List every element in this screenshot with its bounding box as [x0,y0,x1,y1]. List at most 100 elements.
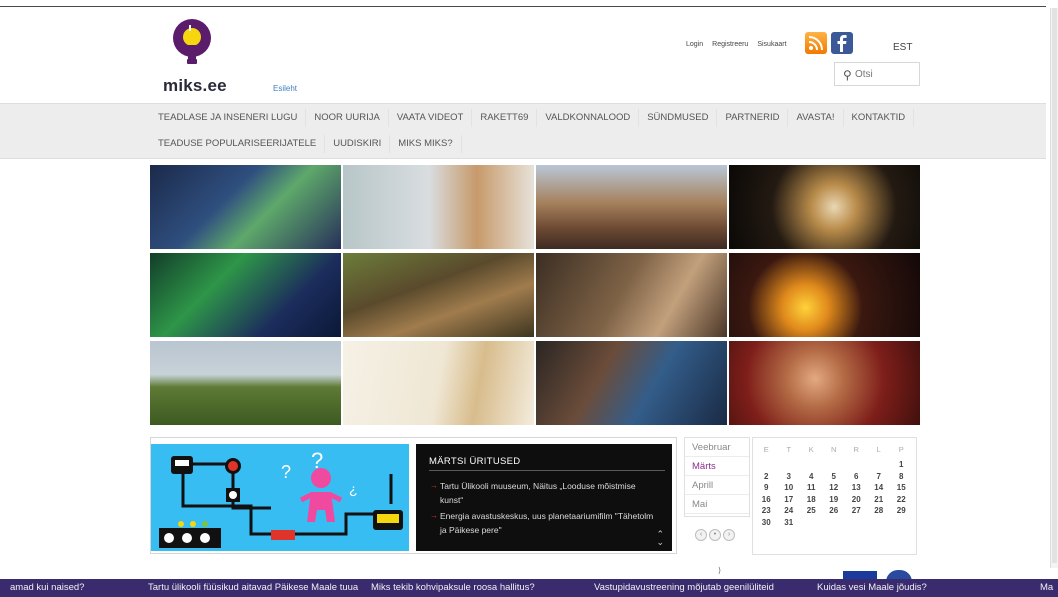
calendar-day[interactable]: 9 [755,483,778,495]
nav-partnerid[interactable]: PARTNERID [717,109,789,127]
calendar-day [778,460,801,472]
scrollbar-thumb[interactable] [1052,8,1057,563]
calendar-day[interactable]: 8 [890,472,913,484]
ticker-item[interactable]: Ma [1040,579,1053,597]
nav-kontaktid[interactable]: KONTAKTID [844,109,915,127]
calendar-day[interactable]: 11 [800,483,823,495]
facebook-icon[interactable] [831,32,853,54]
home-link[interactable]: Esileht [273,84,297,93]
ticker-item[interactable]: Tartu ülikooli füüsikud aitavad Päikese … [148,579,358,597]
photo-tile[interactable] [150,341,341,425]
sitemap-link[interactable]: Sisukaart [757,41,786,48]
prev-month-icon[interactable]: ‹ [695,529,707,541]
weekday-label: K [808,445,814,454]
calendar-day[interactable]: 4 [800,472,823,484]
news-ticker: amad kui naised? Tartu ülikooli füüsikud… [0,579,1058,597]
calendar-day[interactable]: 19 [823,495,846,507]
search-icon[interactable]: ⚲ [843,68,852,82]
calendar-day[interactable]: 24 [778,506,801,518]
nav-avasta[interactable]: AVASTA! [788,109,844,127]
calendar-day[interactable]: 12 [823,483,846,495]
calendar-day[interactable]: 16 [755,495,778,507]
calendar-day[interactable]: 25 [800,506,823,518]
ticker-item[interactable]: Vastupidavustreening mõjutab geenilülite… [594,579,774,597]
calendar-day [823,518,846,530]
login-link[interactable]: Login [686,41,703,48]
calendar-day[interactable]: 10 [778,483,801,495]
weekday-label: R [853,445,859,454]
search-input[interactable] [855,67,917,82]
calendar-day[interactable]: 22 [890,495,913,507]
calendar-day[interactable]: 14 [868,483,891,495]
ticker-item[interactable]: Miks tekib kohvipaksule roosa hallitus? [371,579,535,597]
photo-tile[interactable] [729,341,920,425]
photo-tile[interactable] [536,341,727,425]
photo-tile[interactable] [343,253,534,337]
photo-tile[interactable] [536,253,727,337]
rss-icon[interactable] [805,32,827,54]
calendar-day [800,518,823,530]
event-item[interactable]: Tartu Ülikooli muuseum, Näitus „Looduse … [430,479,655,507]
event-item[interactable]: Energia avastuskeskus, uus planetaariumi… [430,509,655,537]
nav-teaduse-populariseerijatele[interactable]: TEADUSE POPULARISEERIJATELE [150,135,326,153]
photo-tile[interactable] [343,165,534,249]
calendar: E T K N R L P 1 2 3 4 5 6 7 8 9 10 11 12 13 14 15 16 17 1… [752,437,917,555]
calendar-day [868,460,891,472]
calendar-day[interactable]: 30 [755,518,778,530]
calendar-day[interactable]: 2 [755,472,778,484]
photo-tile[interactable] [150,165,341,249]
calendar-day[interactable]: 23 [755,506,778,518]
calendar-day [845,518,868,530]
ticker-item[interactable]: Kuidas vesi Maale jõudis? [817,579,927,597]
month-item[interactable]: Veebruar [685,438,749,457]
calendar-day[interactable]: 5 [823,472,846,484]
calendar-day[interactable]: 31 [778,518,801,530]
month-item[interactable]: Mai [685,495,749,514]
page-scrollbar[interactable] [1050,8,1058,568]
calendar-weeks: 1 2 3 4 5 6 7 8 9 10 11 12 13 14 15 16 17 18 19 20 21 22 23 24 2… [753,460,916,529]
calendar-day[interactable]: 21 [868,495,891,507]
weekday-label: N [831,445,837,454]
site-logo[interactable]: miks.ee [163,18,253,98]
nav-uudiskiri[interactable]: UUDISKIRI [325,135,391,153]
nav-noor-uurija[interactable]: NOOR UURIJA [306,109,389,127]
calendar-day[interactable]: 1 [890,460,913,472]
circuit-illustration[interactable]: ? ? ¿ [151,444,409,551]
calendar-day[interactable]: 17 [778,495,801,507]
calendar-day[interactable]: 15 [890,483,913,495]
header-links: Login Registreeru Sisukaart [686,41,787,48]
ticker-item[interactable]: amad kui naised? [10,579,84,597]
register-link[interactable]: Registreeru [712,41,748,48]
calendar-day[interactable]: 28 [868,506,891,518]
next-month-icon[interactable]: › [723,529,735,541]
photo-tile[interactable] [150,253,341,337]
language-selector[interactable]: EST [893,42,912,53]
calendar-day[interactable]: 26 [823,506,846,518]
photo-tile[interactable] [729,165,920,249]
nav-valdkonnalood[interactable]: VALDKONNALOOD [537,109,640,127]
calendar-day [823,460,846,472]
nav-miks-miks[interactable]: MIKS MIKS? [390,135,462,153]
calendar-day[interactable]: 27 [845,506,868,518]
nav-rakett69[interactable]: RAKETT69 [472,109,538,127]
month-item-selected[interactable]: Märts [685,457,749,476]
calendar-day[interactable]: 7 [868,472,891,484]
calendar-day[interactable]: 18 [800,495,823,507]
calendar-day[interactable]: 6 [845,472,868,484]
calendar-day[interactable]: 20 [845,495,868,507]
calendar-week-row: 16 17 18 19 20 21 22 [753,495,916,507]
current-month-icon[interactable]: • [709,529,721,541]
nav-syndmused[interactable]: SÜNDMUSED [639,109,718,127]
photo-tile[interactable] [343,341,534,425]
calendar-day[interactable]: 13 [845,483,868,495]
photo-tile[interactable] [729,253,920,337]
nav-teadlase-lugu[interactable]: TEADLASE JA INSENERI LUGU [150,109,307,127]
photo-tile[interactable] [536,165,727,249]
events-scroll-arrows-icon[interactable]: ⌃ ⌄ [656,530,664,547]
nav-vaata-videot[interactable]: VAATA VIDEOT [389,109,473,127]
partial-logo-mark: ⟩ [718,566,722,575]
calendar-day[interactable]: 3 [778,472,801,484]
calendar-day[interactable]: 29 [890,506,913,518]
month-item[interactable]: Aprill [685,476,749,495]
weekday-label: E [763,445,769,454]
